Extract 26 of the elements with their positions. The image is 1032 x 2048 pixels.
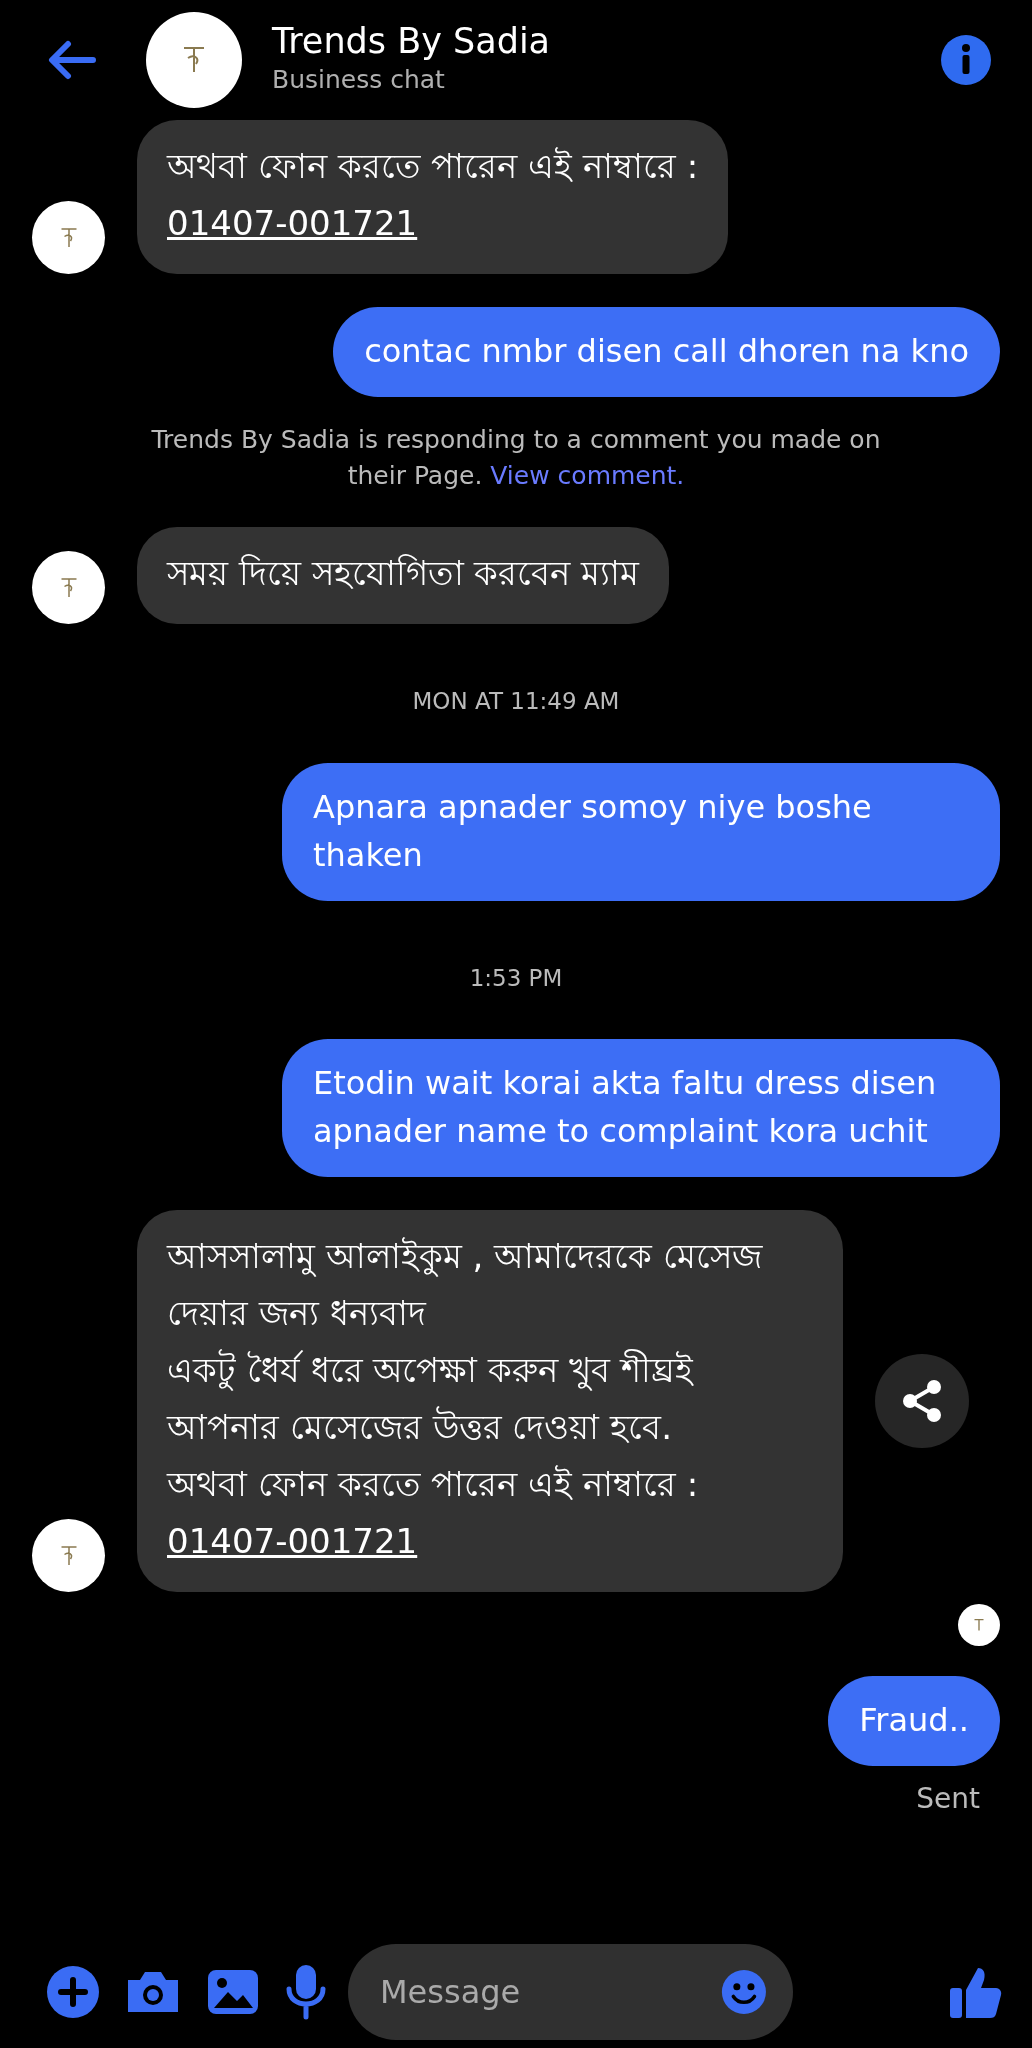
message-bubble: Fraud.. [828, 1676, 1000, 1766]
info-button[interactable] [940, 34, 992, 86]
microphone-button[interactable] [284, 1963, 328, 2021]
notice-text: Trends By Sadia is responding to a comment you made on their Page. View comment. [150, 424, 882, 492]
message-text: আসসালামু আলাইকুম , আমাদেরকে মেসেজ দেয়ার জন্য ধন্যবাদ [167, 1235, 764, 1335]
add-button[interactable] [46, 1965, 100, 2019]
delivery-status: Sent [915, 1781, 981, 1817]
message-text: অথবা ফোন করতে পারেন এই নাম্বারে : [167, 145, 699, 188]
chat-title: Trends By Sadia [272, 22, 552, 61]
message-field[interactable]: Message [348, 1944, 793, 2040]
image-button[interactable] [206, 1968, 260, 2016]
message-text: একটু ধৈর্য ধরে অপেক্ষা করুন খুব শীঘ্রই আপনার মেসেজের উত্তর দেওয়া হবে. [167, 1348, 695, 1449]
phone-link[interactable]: 01407-001721 [167, 1521, 418, 1561]
timestamp: MON AT 11:49 AM [411, 687, 621, 716]
message-bubble: contac nmbr disen call dhoren na kno [333, 307, 1000, 397]
phone-link[interactable]: 01407-001721 [167, 203, 418, 243]
share-icon [902, 1379, 942, 1423]
message-text: অথবা ফোন করতে পারেন এই নাম্বারে : [167, 1463, 700, 1506]
message-input[interactable]: Message [378, 1967, 722, 2017]
view-comment-link[interactable]: View comment. [490, 461, 685, 490]
message-bubble: Apnara apnader somoy niye boshe thaken [282, 762, 1000, 901]
message-bubble: Etodin wait korai akta faltu dress disen apnader name to complaint kora uchit [282, 1039, 1000, 1177]
message-text: সময় দিয়ে সহযোগিতা করবেন ম্যাম [167, 552, 640, 595]
timestamp: 1:53 PM [468, 963, 564, 993]
seen-avatar [958, 1604, 1000, 1646]
chat-subtitle: Business chat [272, 63, 446, 96]
